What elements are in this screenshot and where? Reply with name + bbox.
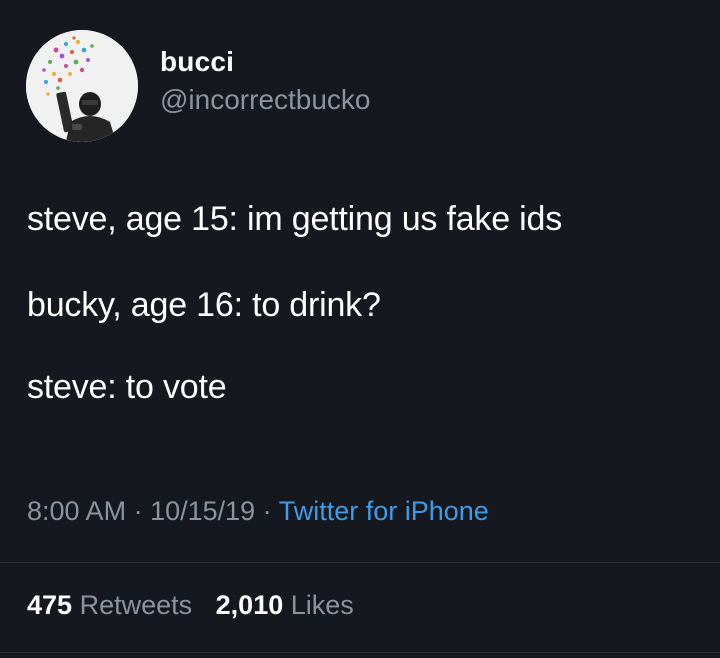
tweet-text-line: steve, age 15: im getting us fake ids — [27, 200, 563, 238]
divider — [0, 652, 720, 653]
tweet-time[interactable]: 8:00 AM — [27, 496, 126, 526]
meta-separator: · — [126, 496, 151, 526]
tweet-meta: 8:00 AM · 10/15/19 · Twitter for iPhone — [27, 498, 489, 525]
retweets-label: Retweets — [79, 590, 193, 620]
likes-count: 2,010 — [215, 590, 284, 620]
divider — [0, 562, 720, 563]
retweets-count: 475 — [27, 590, 73, 620]
tweet-source-link[interactable]: Twitter for iPhone — [279, 496, 489, 526]
display-name[interactable]: bucci — [160, 48, 234, 76]
tweet-text-line: steve: to vote — [27, 368, 227, 406]
tweet-stats: 475 Retweets 2,010 Likes — [27, 592, 370, 619]
user-handle[interactable]: @incorrectbucko — [160, 86, 371, 114]
avatar-image — [26, 30, 138, 142]
likes-label: Likes — [290, 590, 354, 620]
avatar[interactable] — [26, 30, 138, 142]
retweets-stat[interactable]: 475 Retweets — [27, 592, 192, 619]
likes-stat[interactable]: 2,010 Likes — [216, 592, 354, 619]
tweet-date[interactable]: 10/15/19 — [150, 496, 255, 526]
tweet-card: bucci @incorrectbucko steve, age 15: im … — [0, 0, 720, 658]
meta-separator: · — [255, 496, 279, 526]
tweet-text-line: bucky, age 16: to drink? — [27, 286, 381, 324]
